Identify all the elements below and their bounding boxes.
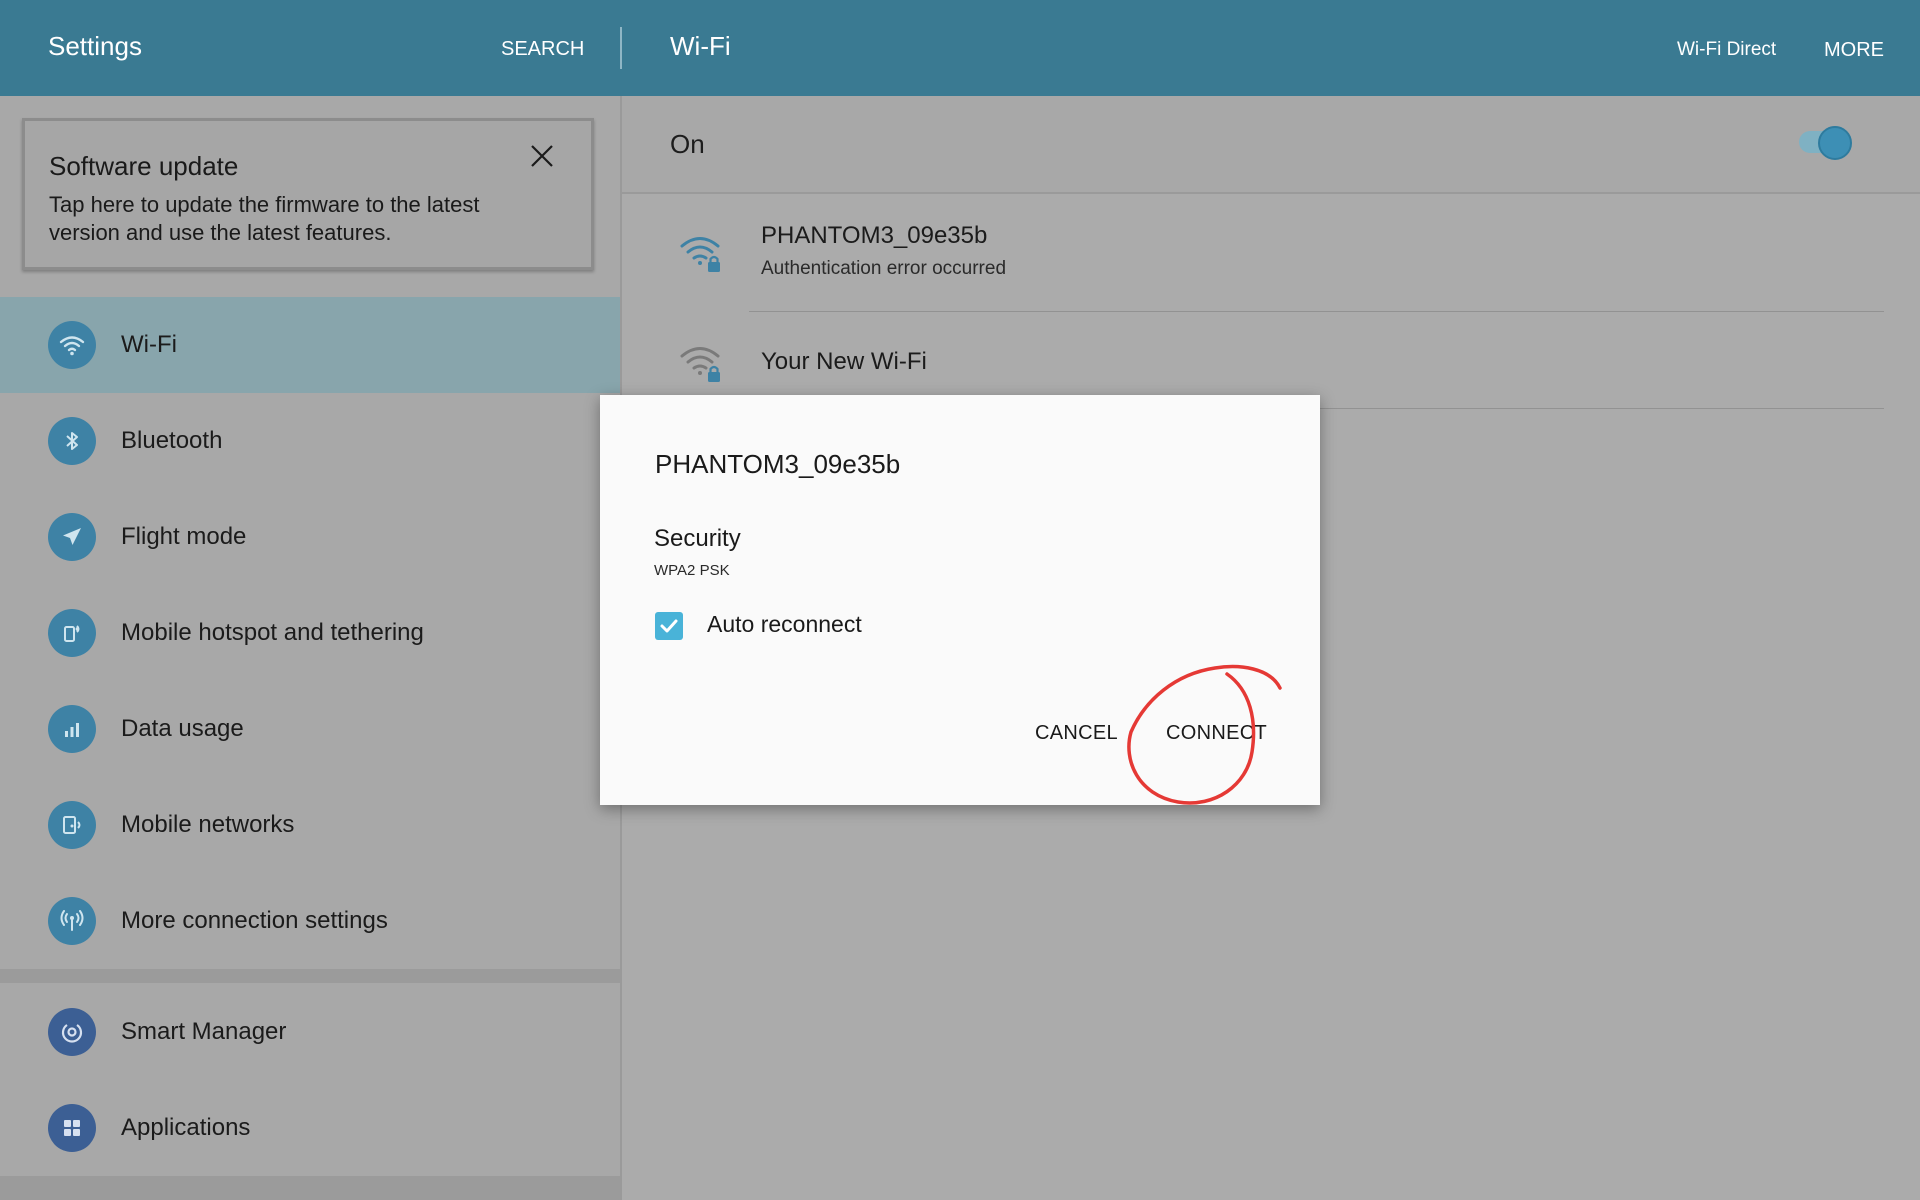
wifi-toggle-knob[interactable]	[1818, 126, 1852, 160]
smart-manager-icon	[48, 1008, 96, 1056]
wifi-lock-icon	[678, 340, 726, 393]
update-card-description: Tap here to update the firmware to the l…	[49, 192, 480, 245]
hotspot-icon	[48, 609, 96, 657]
connection-settings-icon	[48, 897, 96, 945]
mobile-networks-icon	[48, 801, 96, 849]
page-title: Wi-Fi	[670, 31, 731, 61]
sidebar-item-label: Data usage	[121, 715, 244, 742]
applications-icon	[48, 1104, 96, 1152]
security-label: Security	[654, 525, 741, 552]
checkmark-icon	[660, 619, 678, 633]
network-name: Your New Wi-Fi	[761, 348, 927, 375]
auto-reconnect-label[interactable]: Auto reconnect	[707, 611, 862, 638]
sidebar-item-hotspot[interactable]: Mobile hotspot and tethering	[0, 585, 620, 681]
software-update-card[interactable]: Software update Tap here to update the f…	[22, 118, 594, 270]
network-name: PHANTOM3_09e35b	[761, 222, 988, 249]
sidebar-item-more-connection-settings[interactable]: More connection settings	[0, 873, 620, 969]
wifi-direct-button[interactable]: Wi-Fi Direct	[1677, 39, 1776, 61]
sidebar-item-applications[interactable]: Applications	[0, 1080, 620, 1176]
auto-reconnect-checkbox[interactable]	[655, 612, 683, 640]
dialog-title: PHANTOM3_09e35b	[655, 449, 901, 479]
sidebar-item-label: Mobile networks	[121, 811, 295, 838]
sidebar-item-flight-mode[interactable]: Flight mode	[0, 489, 620, 585]
sidebar-item-label: More connection settings	[121, 907, 388, 934]
group-separator	[0, 969, 620, 983]
network-status: Authentication error occurred	[761, 258, 1007, 279]
sidebar-item-label: Applications	[121, 1114, 251, 1141]
data-usage-icon	[48, 705, 96, 753]
security-value: WPA2 PSK	[654, 562, 730, 579]
sidebar-item-label: Smart Manager	[121, 1018, 287, 1045]
sidebar-item-mobile-networks[interactable]: Mobile networks	[0, 777, 620, 873]
sidebar-item-wifi[interactable]: Wi-Fi	[0, 297, 620, 393]
sidebar-item-data-usage[interactable]: Data usage	[0, 681, 620, 777]
wifi-lock-icon	[678, 230, 726, 283]
group-separator	[0, 1176, 620, 1200]
more-button[interactable]: MORE	[1824, 39, 1884, 62]
wifi-connect-dialog: PHANTOM3_09e35b Security WPA2 PSK Auto r…	[600, 395, 1320, 805]
search-button[interactable]: SEARCH	[501, 38, 584, 61]
sidebar-item-label: Wi-Fi	[121, 331, 177, 358]
wifi-toggle-row[interactable]: On	[622, 96, 1920, 194]
sidebar-item-bluetooth[interactable]: Bluetooth	[0, 393, 620, 489]
sidebar-item-label: Bluetooth	[121, 427, 223, 454]
sidebar-item-smart-manager[interactable]: Smart Manager	[0, 984, 620, 1080]
cancel-button[interactable]: CANCEL	[1035, 722, 1118, 745]
sidebar-item-label: Mobile hotspot and tethering	[121, 619, 424, 646]
sidebar-item-label: Flight mode	[121, 523, 247, 550]
wifi-icon	[48, 321, 96, 369]
network-item[interactable]: Your New Wi-Fi	[622, 312, 1920, 408]
network-item[interactable]: PHANTOM3_09e35b Authentication error occ…	[622, 194, 1920, 310]
bluetooth-icon	[48, 417, 96, 465]
header-divider	[620, 27, 622, 69]
wifi-toggle-label: On	[670, 129, 705, 159]
airplane-icon	[48, 513, 96, 561]
close-icon[interactable]	[526, 140, 558, 172]
settings-title: Settings	[48, 31, 142, 61]
top-app-bar: Settings SEARCH Wi-Fi Wi-Fi Direct MORE	[0, 0, 1920, 96]
update-card-title: Software update	[49, 151, 239, 181]
connect-button[interactable]: CONNECT	[1166, 722, 1267, 745]
